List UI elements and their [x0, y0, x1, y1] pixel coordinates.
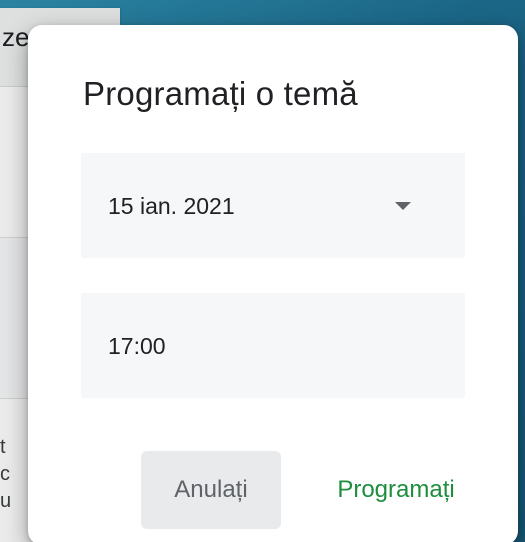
schedule-theme-dialog: Programați o temă 15 ian. 2021 17:00 Anu…: [28, 25, 518, 542]
date-value: 15 ian. 2021: [108, 193, 235, 219]
chevron-down-icon: [395, 202, 411, 210]
schedule-button[interactable]: Programați: [306, 451, 486, 529]
date-picker-field[interactable]: 15 ian. 2021: [81, 153, 465, 258]
time-picker-field[interactable]: 17:00: [81, 293, 465, 398]
dialog-title: Programați o temă: [83, 75, 358, 112]
cancel-button[interactable]: Anulați: [141, 451, 281, 529]
time-value: 17:00: [108, 333, 166, 359]
